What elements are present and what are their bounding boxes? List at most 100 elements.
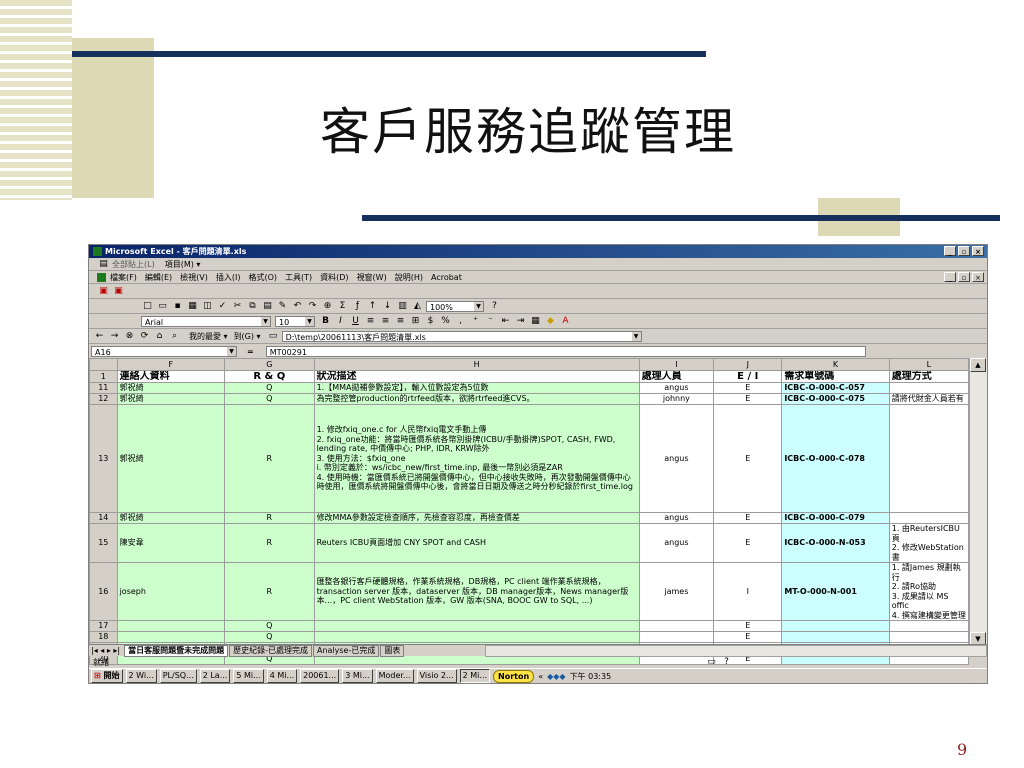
column-letter[interactable]: G [224, 358, 315, 371]
handler-cell[interactable]: angus [638, 512, 715, 524]
column-letter[interactable]: F [116, 358, 226, 371]
method-cell[interactable]: 1. 由ReutersICBU頁 2. 修改WebStation 書 [888, 523, 970, 563]
contact-cell[interactable]: joseph [116, 562, 226, 621]
horizontal-scrollbar[interactable] [485, 644, 987, 657]
autosum-icon[interactable]: Σ [336, 300, 349, 312]
align-left-icon[interactable]: ≡ [364, 315, 377, 327]
bold-button[interactable]: B [319, 315, 332, 327]
search-web-icon[interactable]: ⌕ [168, 330, 181, 342]
pdf-mail-icon[interactable]: ▣ [112, 285, 125, 297]
rq-cell[interactable]: Q [224, 382, 315, 394]
request-number-cell[interactable]: MT-O-000-N-001 [781, 562, 890, 621]
decrease-decimal-icon[interactable]: ⁻ [484, 315, 497, 327]
font-select[interactable]: Arial ▼ [141, 315, 271, 327]
taskbar-item[interactable]: 2 Wi... [125, 669, 157, 683]
drawing-icon[interactable]: ◭ [411, 300, 424, 312]
spell-icon[interactable]: ✓ [216, 300, 229, 312]
print-icon[interactable]: ▦ [186, 300, 199, 312]
taskbar-item[interactable]: 5 Mi... [233, 669, 264, 683]
ei-cell[interactable]: E [713, 523, 783, 563]
method-cell[interactable] [888, 631, 970, 643]
scroll-track[interactable] [970, 372, 986, 632]
forward-icon[interactable]: → [108, 330, 121, 342]
row-number[interactable]: 16 [89, 562, 118, 621]
handler-cell[interactable]: angus [638, 382, 715, 394]
ei-cell[interactable]: E [713, 382, 783, 394]
column-letter[interactable]: I [638, 358, 715, 371]
rq-cell[interactable]: R [224, 512, 315, 524]
contact-cell[interactable]: 郭祝綺 [116, 382, 226, 394]
home-icon[interactable]: ⌂ [153, 330, 166, 342]
taskbar-item[interactable]: 3 Mi... [342, 669, 373, 683]
tab-chart[interactable]: 圖表 [380, 644, 405, 657]
rq-cell[interactable]: R [224, 523, 315, 563]
doc-close-button[interactable]: × [972, 272, 984, 282]
name-box[interactable]: A16 ▼ [91, 345, 237, 357]
paste-all-button[interactable]: 全部貼上(L) [112, 259, 155, 270]
doc-restore-button[interactable]: ▫ [958, 272, 970, 282]
chart-wizard-icon[interactable]: ▥ [396, 300, 409, 312]
hyperlink-icon[interactable]: ⊕ [321, 300, 334, 312]
italic-button[interactable]: I [334, 315, 347, 327]
request-number-cell[interactable]: ICBC-O-000-C-078 [781, 404, 890, 513]
indent-icon[interactable]: ⇥ [514, 315, 527, 327]
menu-window[interactable]: 視窗(W) [357, 272, 387, 283]
pdf-convert-icon[interactable]: ▣ [97, 285, 110, 297]
menu-view[interactable]: 檢視(V) [180, 272, 208, 283]
comma-button[interactable]: , [454, 315, 467, 327]
fill-color-icon[interactable]: ◆ [544, 315, 557, 327]
contact-cell[interactable]: 郭祝綺 [116, 404, 226, 513]
help-icon[interactable]: ? [488, 300, 501, 312]
description-cell[interactable]: 1.【MMA拋補參數設定】，輸入位數設定為5位數 [313, 382, 640, 394]
taskbar-item[interactable]: 20061... [300, 669, 340, 683]
align-center-icon[interactable]: ≡ [379, 315, 392, 327]
menu-insert[interactable]: 插入(I) [216, 272, 241, 283]
taskbar-item[interactable]: Visio 2... [416, 669, 457, 683]
handler-cell[interactable]: angus [638, 523, 715, 563]
request-number-cell[interactable]: ICBC-O-000-C-057 [781, 382, 890, 394]
redo-icon[interactable]: ↷ [306, 300, 319, 312]
minimize-button[interactable]: _ [944, 246, 956, 256]
row-number[interactable]: 1 [89, 370, 118, 383]
rq-cell[interactable]: Q [224, 393, 315, 405]
header-cell[interactable]: R & Q [224, 370, 315, 383]
ei-cell[interactable]: E [713, 631, 783, 643]
underline-button[interactable]: U [349, 315, 362, 327]
menu-tools[interactable]: 工具(T) [285, 272, 312, 283]
contact-cell[interactable] [116, 631, 226, 643]
format-painter-icon[interactable]: ✎ [276, 300, 289, 312]
taskbar-item[interactable]: PL/SQ... [159, 669, 197, 683]
method-cell[interactable]: 1. 請James 規劃執行 2. 請Ro協助 3. 成果請以 MS offic… [888, 562, 970, 621]
stop-icon[interactable]: ⊗ [123, 330, 136, 342]
save-icon[interactable]: ▪ [171, 300, 184, 312]
rq-cell[interactable]: Q [224, 620, 315, 632]
header-cell[interactable]: 連絡人資料 [116, 370, 226, 383]
menu-file[interactable]: 檔案(F) [110, 272, 137, 283]
rq-cell[interactable]: R [224, 404, 315, 513]
column-letter[interactable]: J [713, 358, 783, 371]
header-cell[interactable]: 處理人員 [638, 370, 715, 383]
font-size-select[interactable]: 10 ▼ [275, 315, 315, 327]
sort-asc-icon[interactable]: ↑ [366, 300, 379, 312]
goto-menu[interactable]: 到(G) ▾ [234, 331, 261, 342]
row-number[interactable]: 18 [89, 631, 118, 643]
row-number[interactable]: 13 [89, 404, 118, 513]
show-web-toolbar-icon[interactable]: ▭ [267, 330, 280, 342]
borders-icon[interactable]: ▦ [529, 315, 542, 327]
request-number-cell[interactable] [781, 631, 890, 643]
description-cell[interactable]: Reuters ICBU頁面增加 CNY SPOT and CASH [313, 523, 640, 563]
contact-cell[interactable]: 郭祝綺 [116, 393, 226, 405]
taskbar-item[interactable]: 2 Mi... [459, 669, 491, 683]
handler-cell[interactable]: james [638, 562, 715, 621]
header-cell[interactable]: 處理方式 [888, 370, 970, 383]
outdent-icon[interactable]: ⇤ [499, 315, 512, 327]
handler-cell[interactable]: angus [638, 404, 715, 513]
taskbar-item[interactable]: 4 Mi... [266, 669, 298, 683]
request-number-cell[interactable]: ICBC-O-000-N-053 [781, 523, 890, 563]
method-cell[interactable] [888, 404, 970, 513]
start-button[interactable]: ⊞ 開始 [91, 669, 123, 683]
header-cell[interactable]: E / I [713, 370, 783, 383]
favorites-menu[interactable]: 我的最愛 ▾ [189, 331, 228, 342]
close-button[interactable]: × [972, 246, 984, 256]
ei-cell[interactable]: I [713, 562, 783, 621]
